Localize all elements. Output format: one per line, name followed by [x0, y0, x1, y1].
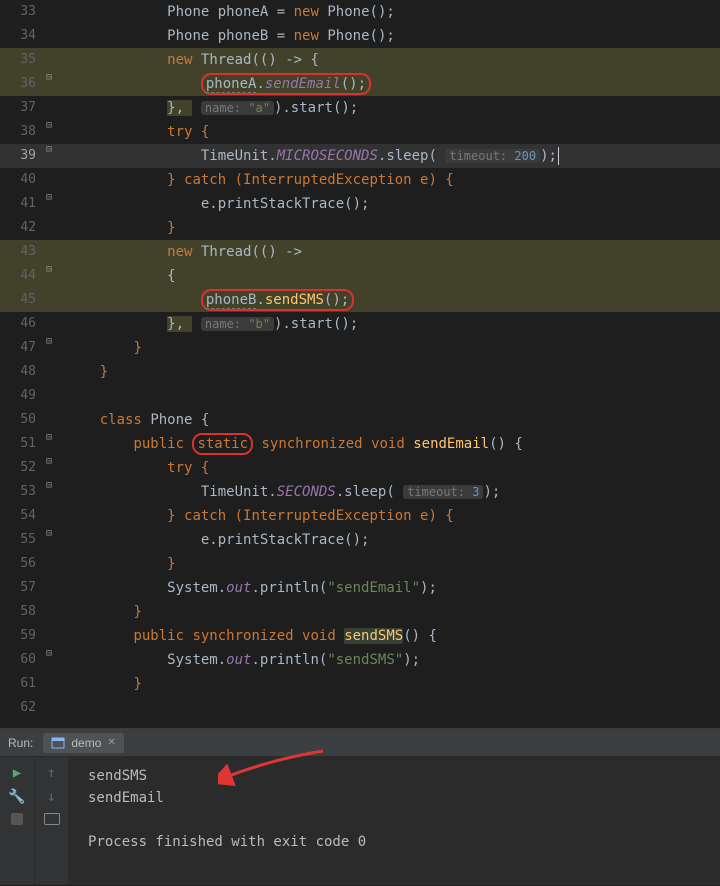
line-number: 53: [0, 480, 46, 504]
line-number: 43: [0, 240, 46, 264]
line-number: 52: [0, 456, 46, 480]
run-toolbar-nav: ↑ ↓: [34, 757, 68, 885]
down-icon[interactable]: ↓: [47, 789, 55, 805]
up-icon[interactable]: ↑: [47, 765, 55, 781]
code-editor[interactable]: 33 Phone phoneA = new Phone(); 34 Phone …: [0, 0, 720, 728]
line-number: 35: [0, 48, 46, 72]
line-number: 59: [0, 624, 46, 648]
line-number: 60: [0, 648, 46, 672]
line-number: 40: [0, 168, 46, 192]
line-number: 37: [0, 96, 46, 120]
param-hint: timeout: 200: [445, 149, 540, 163]
code-line[interactable]: System.out.println("sendSMS");: [66, 648, 720, 672]
console-line: sendSMS: [88, 765, 700, 787]
wrench-icon[interactable]: 🔧: [8, 789, 25, 805]
code-line[interactable]: try {: [66, 120, 720, 144]
highlighted-call-sendemail: phoneA.sendEmail();: [201, 73, 371, 95]
line-number: 58: [0, 600, 46, 624]
code-line[interactable]: Phone phoneA = new Phone();: [66, 0, 720, 24]
caret: [558, 147, 559, 165]
line-number: 42: [0, 216, 46, 240]
code-line[interactable]: }, name: "b").start();: [66, 312, 720, 336]
run-tab-label: demo: [71, 736, 101, 750]
run-tabs[interactable]: Run: demo ✕: [0, 729, 720, 757]
code-line[interactable]: System.out.println("sendEmail");: [66, 576, 720, 600]
console-line: sendEmail: [88, 787, 700, 809]
close-icon[interactable]: ✕: [107, 737, 115, 748]
code-line[interactable]: }, name: "a").start();: [66, 96, 720, 120]
soft-wrap-icon[interactable]: [44, 813, 60, 829]
run-icon[interactable]: ▶: [13, 765, 21, 781]
code-line[interactable]: }: [66, 672, 720, 696]
line-number: 34: [0, 24, 46, 48]
run-toolbar-left: ▶ 🔧: [0, 757, 34, 885]
code-line[interactable]: }: [66, 600, 720, 624]
line-number: 54: [0, 504, 46, 528]
code-line[interactable]: }: [66, 216, 720, 240]
run-label: Run:: [8, 736, 33, 750]
code-line[interactable]: new Thread(() -> {: [66, 48, 720, 72]
line-number: 46: [0, 312, 46, 336]
code-line[interactable]: } catch (InterruptedException e) {: [66, 168, 720, 192]
line-number: 49: [0, 384, 46, 408]
code-line[interactable]: e.printStackTrace();: [66, 192, 720, 216]
run-tab[interactable]: demo ✕: [43, 733, 123, 753]
line-number: 48: [0, 360, 46, 384]
code-line[interactable]: TimeUnit.SECONDS.sleep( timeout: 3);: [66, 480, 720, 504]
param-hint: name: "b": [201, 317, 274, 331]
line-number: 51: [0, 432, 46, 456]
code-line[interactable]: class Phone {: [66, 408, 720, 432]
line-number: 45: [0, 288, 46, 312]
code-line[interactable]: phoneB.sendSMS();: [66, 288, 720, 312]
code-line[interactable]: } catch (InterruptedException e) {: [66, 504, 720, 528]
line-number: 33: [0, 0, 46, 24]
run-panel: Run: demo ✕ ▶ 🔧 ↑ ↓ sendSMS sendEmail Pr…: [0, 728, 720, 885]
console-line: Process finished with exit code 0: [88, 831, 700, 853]
highlighted-static: static: [192, 433, 253, 455]
line-number: 61: [0, 672, 46, 696]
param-hint: name: "a": [201, 101, 274, 115]
code-line[interactable]: TimeUnit.MICROSECONDS.sleep( timeout: 20…: [66, 144, 720, 168]
line-number: 36: [0, 72, 46, 96]
code-line[interactable]: public synchronized void sendSMS() {: [66, 624, 720, 648]
param-hint: timeout: 3: [403, 485, 483, 499]
line-number: 41: [0, 192, 46, 216]
line-number: 62: [0, 696, 46, 720]
console-output[interactable]: sendSMS sendEmail Process finished with …: [68, 757, 720, 885]
app-icon: [51, 737, 65, 749]
line-number: 39: [0, 144, 46, 168]
stop-icon[interactable]: [11, 813, 23, 829]
code-line[interactable]: }: [66, 552, 720, 576]
code-line[interactable]: }: [66, 336, 720, 360]
line-number: 44: [0, 264, 46, 288]
line-number: 47: [0, 336, 46, 360]
code-line[interactable]: Phone phoneB = new Phone();: [66, 24, 720, 48]
code-line[interactable]: public static synchronized void sendEmai…: [66, 432, 720, 456]
code-line[interactable]: try {: [66, 456, 720, 480]
code-line[interactable]: new Thread(() ->: [66, 240, 720, 264]
line-number: 55: [0, 528, 46, 552]
code-line[interactable]: e.printStackTrace();: [66, 528, 720, 552]
code-line[interactable]: {: [66, 264, 720, 288]
line-number: 38: [0, 120, 46, 144]
code-line[interactable]: }: [66, 360, 720, 384]
code-line[interactable]: phoneA.sendEmail();: [66, 72, 720, 96]
line-number: 56: [0, 552, 46, 576]
highlighted-call-sendsms: phoneB.sendSMS();: [201, 289, 354, 311]
line-number: 50: [0, 408, 46, 432]
line-number: 57: [0, 576, 46, 600]
